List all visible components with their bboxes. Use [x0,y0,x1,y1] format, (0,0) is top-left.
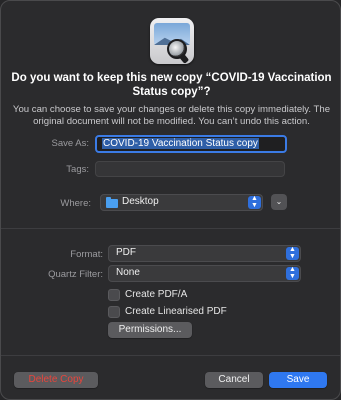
create-pdfa-label: Create PDF/A [125,289,188,300]
chevron-up-down-icon: ▲ ▼ [286,246,299,260]
chevron-up-down-icon: ▲ ▼ [248,195,261,209]
divider [1,355,340,356]
save-copy-dialog: Do you want to keep this new copy “COVID… [0,0,341,400]
format-select[interactable]: PDF ▲ ▼ [108,245,301,262]
save-as-label: Save As: [51,138,90,149]
where-select[interactable]: Desktop ▲ ▼ [100,194,263,211]
delete-copy-button[interactable]: Delete Copy [14,372,98,388]
create-linearised-label: Create Linearised PDF [125,306,227,317]
chevron-up-down-icon: ▲ ▼ [286,266,299,280]
dialog-title: Do you want to keep this new copy “COVID… [11,72,332,98]
tags-input[interactable] [95,161,285,177]
tags-label: Tags: [66,164,89,175]
create-pdfa-checkbox[interactable] [108,289,120,301]
save-as-value: COVID-19 Vaccination Status copy [102,138,259,149]
preview-app-icon [150,18,194,64]
where-value: Desktop [122,196,159,207]
save-button[interactable]: Save [269,372,327,388]
format-value: PDF [116,247,136,258]
permissions-button[interactable]: Permissions... [108,322,192,338]
dialog-subtitle: You can choose to save your changes or d… [12,104,331,127]
create-linearised-checkbox[interactable] [108,306,120,318]
quartz-filter-select[interactable]: None ▲ ▼ [108,265,301,282]
quartz-filter-label: Quartz Filter: [48,269,103,280]
divider [1,228,340,229]
save-as-input[interactable]: COVID-19 Vaccination Status copy [95,135,287,153]
expand-browser-button[interactable]: ⌄ [271,194,287,210]
loupe-handle [178,53,190,64]
format-label: Format: [70,249,103,260]
chevron-down-icon: ⌄ [275,197,283,206]
folder-icon [106,197,118,208]
cancel-button[interactable]: Cancel [205,372,263,388]
where-label: Where: [60,198,91,209]
quartz-filter-value: None [116,267,140,278]
